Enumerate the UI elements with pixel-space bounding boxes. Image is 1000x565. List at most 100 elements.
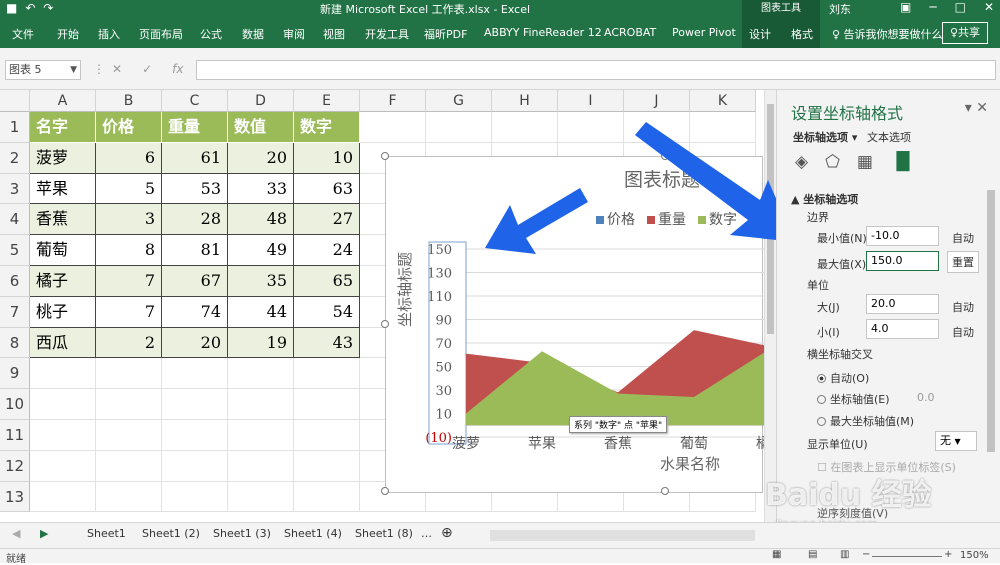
tab-view[interactable]: 视图 bbox=[323, 26, 345, 42]
major-unit-input[interactable]: 20.0 bbox=[866, 294, 939, 314]
major-auto-button[interactable]: 自动 bbox=[952, 299, 974, 315]
tab-data[interactable]: 数据 bbox=[242, 26, 264, 42]
y-tick-label[interactable]: 130 bbox=[427, 267, 452, 282]
tell-me-search[interactable]: ♀ 告诉我你想要做什么 bbox=[832, 26, 943, 42]
sheet-more-icon[interactable]: … bbox=[421, 527, 432, 540]
axis-options-icon[interactable]: ▐▌ bbox=[890, 152, 916, 172]
grid-cell[interactable] bbox=[96, 450, 162, 482]
user-name[interactable]: 刘东 bbox=[829, 1, 851, 17]
name-box[interactable]: 图表 5 ▼ bbox=[5, 60, 81, 80]
column-header[interactable]: K bbox=[690, 90, 756, 112]
column-header[interactable]: D bbox=[228, 90, 294, 112]
x-axis-title[interactable]: 水果名称 bbox=[660, 453, 720, 474]
grid-cell[interactable] bbox=[294, 358, 360, 390]
tab-review[interactable]: 审阅 bbox=[283, 26, 305, 42]
add-sheet-icon[interactable]: ⊕ bbox=[441, 525, 453, 541]
grid-cell[interactable] bbox=[294, 389, 360, 420]
tab-power-pivot[interactable]: Power Pivot bbox=[672, 26, 736, 39]
table-cell[interactable]: 27 bbox=[294, 204, 360, 236]
table-cell[interactable]: 24 bbox=[294, 235, 360, 266]
table-header-cell[interactable]: 数值 bbox=[228, 112, 294, 143]
radio-max-axis-value[interactable]: 最大坐标轴值(M) bbox=[817, 413, 914, 429]
zoom-in-icon[interactable]: + bbox=[944, 549, 952, 560]
grid-cell[interactable] bbox=[30, 481, 96, 513]
table-cell[interactable]: 西瓜 bbox=[30, 327, 96, 359]
sheet-tab[interactable]: Sheet1 (8) bbox=[355, 527, 413, 540]
column-header[interactable]: E bbox=[294, 90, 360, 112]
resize-handle[interactable] bbox=[381, 320, 389, 328]
grid-cell[interactable] bbox=[228, 389, 294, 420]
grid-cell[interactable] bbox=[96, 389, 162, 420]
grid-cell[interactable] bbox=[30, 450, 96, 482]
grid-cell[interactable] bbox=[30, 389, 96, 420]
sheet-tab[interactable]: Sheet1 bbox=[87, 527, 126, 540]
table-cell[interactable]: 6 bbox=[96, 142, 162, 174]
min-bound-input[interactable]: -10.0 bbox=[866, 226, 939, 246]
table-cell[interactable]: 桃子 bbox=[30, 296, 96, 328]
table-cell[interactable]: 苹果 bbox=[30, 173, 96, 205]
row-header[interactable]: 4 bbox=[0, 204, 30, 236]
pane-scroll-thumb[interactable] bbox=[987, 190, 995, 452]
row-header[interactable]: 6 bbox=[0, 266, 30, 297]
tab-text-options[interactable]: 文本选项 bbox=[867, 129, 911, 145]
close-icon[interactable]: ✕ bbox=[984, 0, 994, 14]
grid-cell[interactable] bbox=[294, 420, 360, 451]
grid-cell[interactable] bbox=[360, 112, 426, 143]
grid-cell[interactable] bbox=[294, 450, 360, 482]
column-header[interactable]: C bbox=[162, 90, 228, 112]
grid-cell[interactable] bbox=[558, 112, 624, 143]
fill-line-icon[interactable]: ◈ bbox=[795, 152, 808, 172]
tab-home[interactable]: 开始 bbox=[57, 26, 79, 42]
reset-button[interactable]: 重置 bbox=[947, 251, 979, 273]
table-cell[interactable]: 35 bbox=[228, 266, 294, 297]
min-auto-button[interactable]: 自动 bbox=[952, 230, 974, 246]
resize-handle[interactable] bbox=[381, 152, 389, 160]
grid-cell[interactable] bbox=[228, 450, 294, 482]
table-cell[interactable]: 7 bbox=[96, 296, 162, 328]
select-all-corner[interactable] bbox=[0, 90, 30, 112]
tab-foxit-pdf[interactable]: 福昕PDF bbox=[424, 26, 467, 42]
share-button[interactable]: ♀共享 bbox=[942, 22, 988, 44]
grid-cell[interactable] bbox=[228, 481, 294, 513]
tab-insert[interactable]: 插入 bbox=[98, 26, 120, 42]
table-cell[interactable]: 44 bbox=[228, 296, 294, 328]
row-header[interactable]: 8 bbox=[0, 327, 30, 359]
cancel-icon[interactable]: ✕ bbox=[112, 62, 122, 76]
tab-format[interactable]: 格式 bbox=[791, 26, 813, 42]
table-cell[interactable]: 2 bbox=[96, 327, 162, 359]
resize-handle[interactable] bbox=[661, 487, 669, 495]
table-cell[interactable]: 49 bbox=[228, 235, 294, 266]
row-header[interactable]: 2 bbox=[0, 142, 30, 174]
table-cell[interactable]: 19 bbox=[228, 327, 294, 359]
resize-handle[interactable] bbox=[381, 487, 389, 495]
chevron-down-icon[interactable]: ▼ bbox=[70, 61, 77, 79]
effects-icon[interactable]: ⬠ bbox=[825, 152, 840, 172]
table-cell[interactable]: 20 bbox=[228, 142, 294, 174]
tab-file[interactable]: 文件 bbox=[12, 26, 34, 42]
table-cell[interactable]: 63 bbox=[294, 173, 360, 205]
ribbon-options-icon[interactable]: ▣ bbox=[900, 0, 911, 14]
column-header[interactable]: G bbox=[426, 90, 492, 112]
table-cell[interactable]: 53 bbox=[162, 173, 228, 205]
y-tick-label[interactable]: 30 bbox=[435, 384, 452, 399]
grid-cell[interactable] bbox=[96, 481, 162, 513]
table-cell[interactable]: 33 bbox=[228, 173, 294, 205]
page-break-view-icon[interactable]: ▥ bbox=[840, 549, 849, 560]
table-header-cell[interactable]: 数字 bbox=[294, 112, 360, 143]
table-cell[interactable]: 48 bbox=[228, 204, 294, 236]
max-bound-input[interactable]: 150.0 bbox=[866, 251, 939, 271]
y-axis-title[interactable]: 坐标轴标题 bbox=[394, 252, 415, 327]
sheet-tab[interactable]: Sheet1 (4) bbox=[284, 527, 342, 540]
table-cell[interactable]: 8 bbox=[96, 235, 162, 266]
table-cell[interactable]: 43 bbox=[294, 327, 360, 359]
sheet-tab[interactable]: Sheet1 (2) bbox=[142, 527, 200, 540]
sheet-tab[interactable]: Sheet1 (3) bbox=[213, 527, 271, 540]
tab-developer[interactable]: 开发工具 bbox=[365, 26, 409, 42]
tab-axis-options[interactable]: 坐标轴选项 ▾ bbox=[793, 129, 857, 145]
table-cell[interactable]: 20 bbox=[162, 327, 228, 359]
row-header[interactable]: 9 bbox=[0, 358, 30, 390]
table-cell[interactable]: 葡萄 bbox=[30, 235, 96, 266]
zoom-slider[interactable] bbox=[872, 556, 942, 557]
grid-cell[interactable] bbox=[162, 450, 228, 482]
maximize-icon[interactable]: □ bbox=[955, 0, 966, 14]
